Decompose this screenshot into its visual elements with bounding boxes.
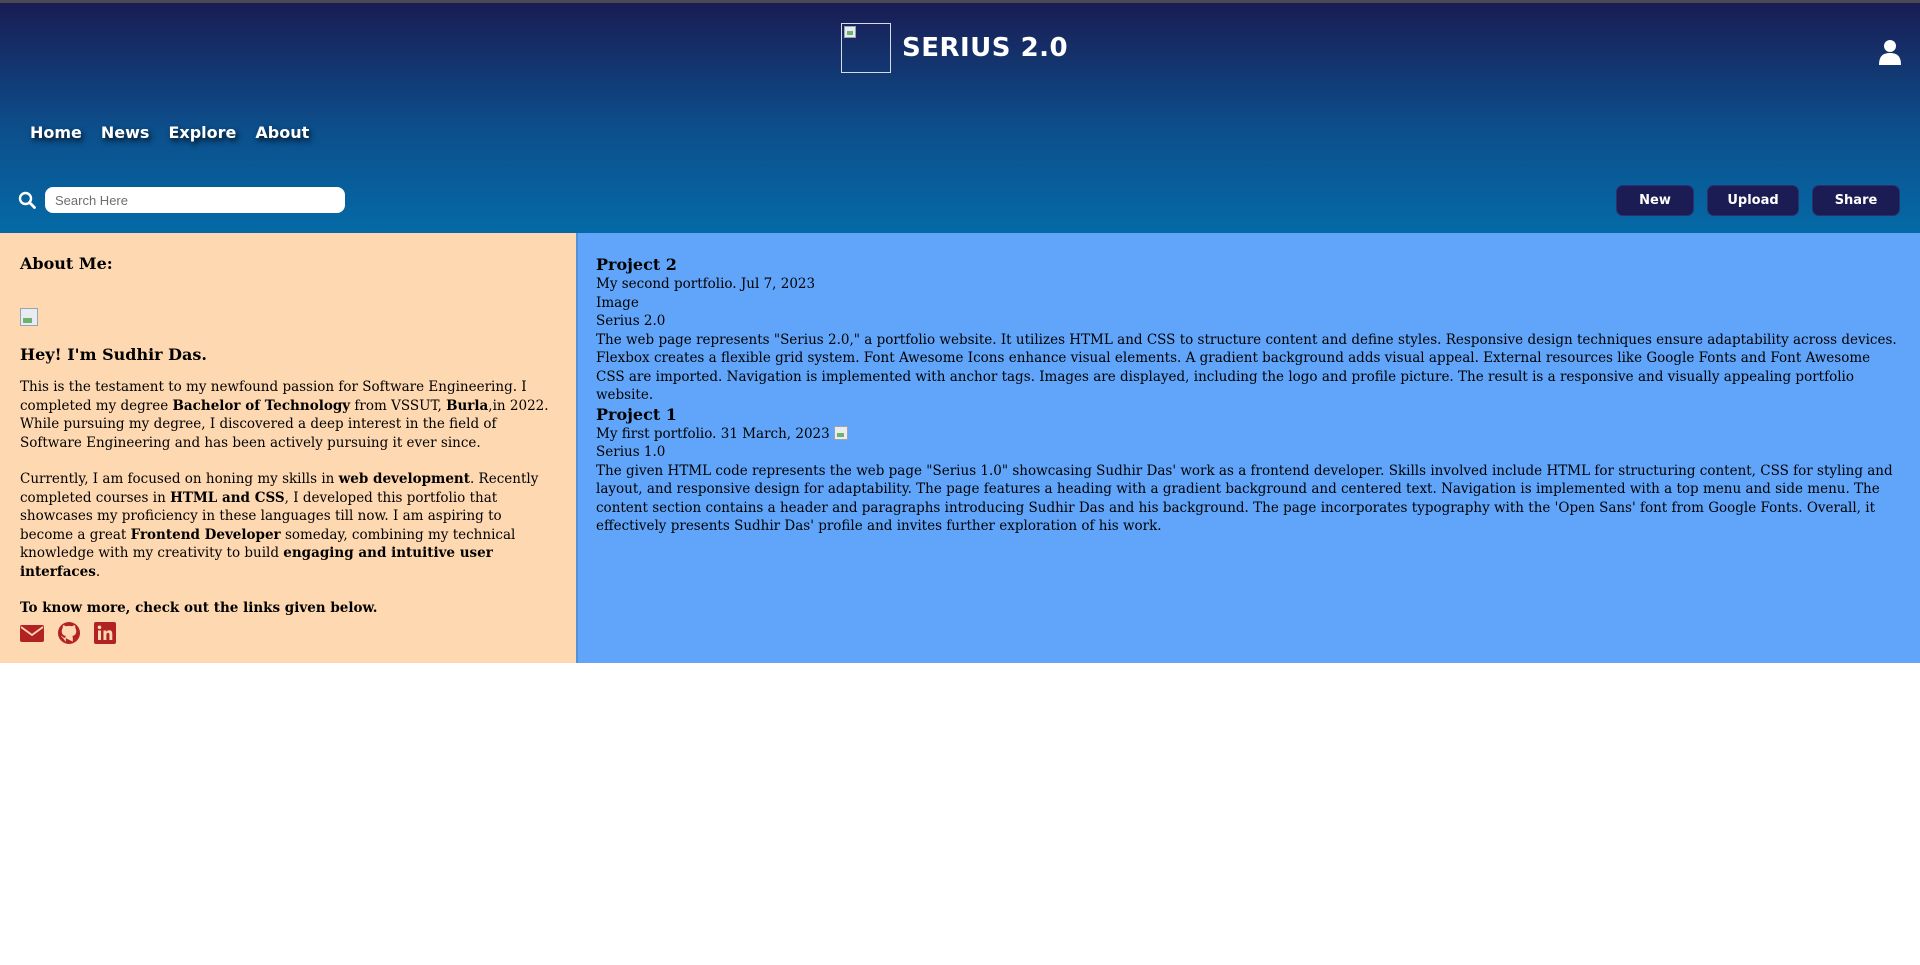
brand: SERIUS 2.0 (841, 23, 1068, 73)
nav-home[interactable]: Home (30, 123, 82, 142)
about-heading: About Me: (20, 254, 113, 273)
share-button[interactable]: Share (1812, 185, 1900, 216)
main-content: About Me: Hey! I'm Sudhir Das. This is t… (0, 233, 1920, 663)
about-paragraph-1: This is the testament to my newfound pas… (20, 379, 549, 451)
action-buttons: New Upload Share (1616, 185, 1900, 216)
site-header: SERIUS 2.0 Home News Explore About New U… (0, 3, 1920, 233)
project-title: Project 2 (596, 255, 677, 274)
social-links (20, 621, 556, 645)
new-button[interactable]: New (1616, 185, 1694, 216)
user-icon[interactable] (1878, 39, 1902, 65)
project-name: Serius 2.0 (596, 313, 666, 329)
projects-panel: Project 2 My second portfolio. Jul 7, 20… (576, 233, 1920, 663)
logo-image (841, 23, 891, 73)
profile-picture (20, 307, 38, 326)
project-image-alt: Image (596, 294, 639, 311)
project-description: The given HTML code represents the web p… (596, 462, 1893, 535)
github-icon[interactable] (57, 621, 81, 645)
nav-about[interactable]: About (255, 123, 309, 142)
project-card-1: Project 1 My first portfolio. 31 March, … (596, 405, 1902, 536)
greeting: Hey! I'm Sudhir Das. (20, 344, 207, 364)
search-bar (18, 187, 345, 213)
site-title: SERIUS 2.0 (902, 33, 1069, 63)
about-panel: About Me: Hey! I'm Sudhir Das. This is t… (0, 233, 576, 663)
search-icon[interactable] (18, 191, 36, 209)
about-paragraph-2: Currently, I am focused on honing my ski… (20, 471, 539, 580)
broken-image-icon (844, 26, 856, 38)
project-description: The web page represents "Serius 2.0," a … (596, 331, 1897, 404)
linkedin-icon[interactable] (94, 621, 116, 644)
search-input[interactable] (45, 187, 345, 213)
project-meta: My second portfolio. Jul 7, 2023 (596, 276, 816, 292)
project-image (833, 425, 848, 440)
project-title: Project 1 (596, 404, 677, 424)
project-meta-row: My first portfolio. 31 March, 2023 (596, 425, 1902, 444)
project-meta: My first portfolio. 31 March, 2023 (596, 425, 830, 442)
main-nav: Home News Explore About (30, 123, 328, 142)
project-card-2: Project 2 My second portfolio. Jul 7, 20… (596, 255, 1902, 405)
nav-news[interactable]: News (101, 123, 150, 142)
links-prompt: To know more, check out the links given … (20, 600, 378, 616)
upload-button[interactable]: Upload (1707, 185, 1799, 216)
project-name: Serius 1.0 (596, 444, 666, 460)
nav-explore[interactable]: Explore (168, 123, 236, 142)
envelope-icon[interactable] (20, 623, 44, 643)
